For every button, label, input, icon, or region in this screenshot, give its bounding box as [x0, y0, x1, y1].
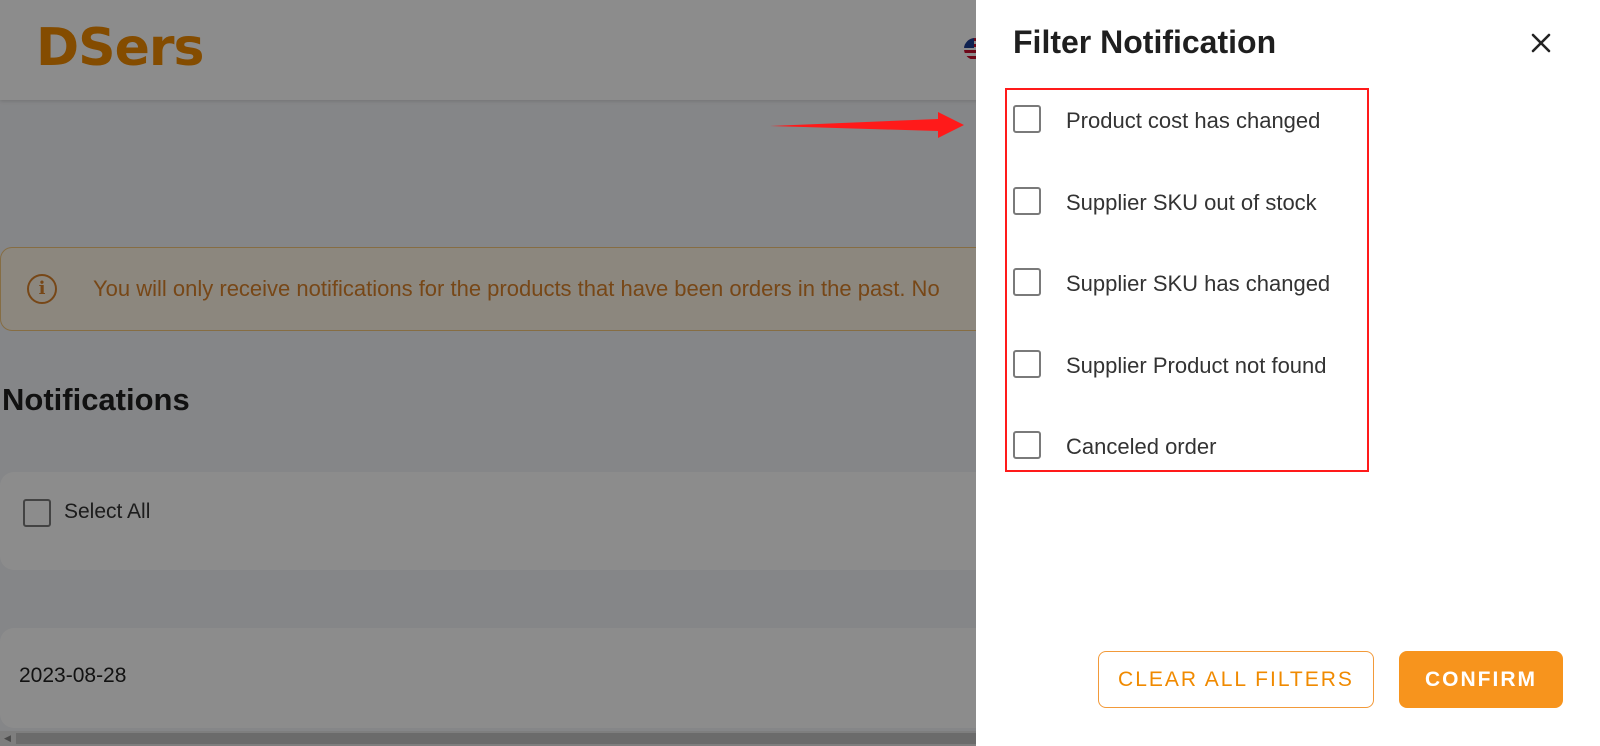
filter-option-canceled-order[interactable]: Canceled order [1013, 428, 1393, 468]
filter-option-label: Product cost has changed [1066, 108, 1321, 133]
filter-checkbox[interactable] [1013, 105, 1041, 133]
drawer-title: Filter Notification [1013, 24, 1277, 60]
filter-checkbox[interactable] [1013, 350, 1041, 378]
filter-drawer: Filter Notification Product cost has cha… [976, 0, 1600, 746]
annotation-arrow-icon [770, 112, 964, 138]
filter-option-label: Supplier SKU has changed [1066, 271, 1331, 296]
filter-option-product-not-found[interactable]: Supplier Product not found [1013, 347, 1393, 387]
confirm-button[interactable]: CONFIRM [1399, 651, 1563, 708]
filter-option-sku-out-of-stock[interactable]: Supplier SKU out of stock [1013, 184, 1393, 224]
filter-option-label: Supplier SKU out of stock [1066, 190, 1317, 215]
filter-option-label: Canceled order [1066, 434, 1217, 459]
filter-option-sku-changed[interactable]: Supplier SKU has changed [1013, 265, 1393, 305]
close-button[interactable] [1526, 28, 1556, 58]
filter-checkbox[interactable] [1013, 268, 1041, 296]
filter-option-label: Supplier Product not found [1066, 353, 1327, 378]
filter-checkbox[interactable] [1013, 431, 1041, 459]
filter-option-product-cost-changed[interactable]: Product cost has changed [1013, 102, 1393, 142]
clear-all-filters-button[interactable]: CLEAR ALL FILTERS [1098, 651, 1374, 708]
close-icon [1531, 33, 1551, 53]
filter-checkbox[interactable] [1013, 187, 1041, 215]
